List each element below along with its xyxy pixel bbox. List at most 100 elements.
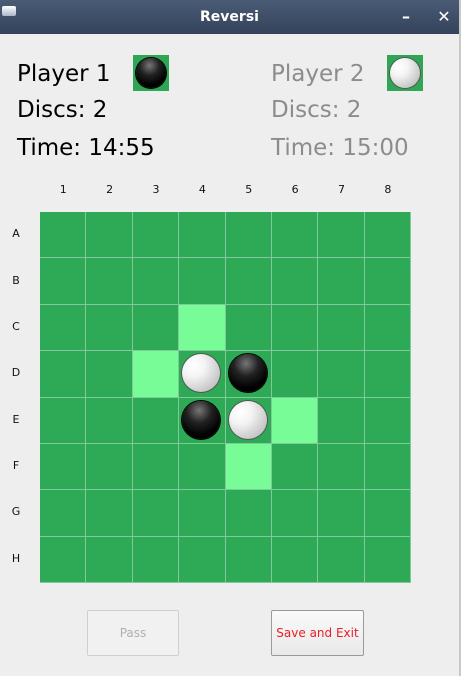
board-cell[interactable] [271,490,319,537]
player2-disc-swatch [387,55,423,91]
board-cell[interactable] [179,490,226,537]
board-cell[interactable] [364,304,411,352]
board-cell[interactable] [225,536,272,583]
player1-disc-swatch [133,55,169,91]
row-label: C [12,319,20,333]
title-bar[interactable]: Reversi – ✕ [0,0,459,34]
board-cell[interactable] [179,536,226,583]
board-cell[interactable] [364,258,411,305]
board-cell[interactable] [132,304,180,352]
board-cell[interactable] [86,258,133,305]
board-cell[interactable] [364,536,411,583]
board-cell[interactable] [86,397,133,444]
row-label: H [11,551,21,565]
row-label: E [12,412,20,426]
board-cell[interactable] [318,397,365,444]
board-cell[interactable] [86,443,133,491]
row-label: B [12,273,20,287]
black-disc [228,354,267,393]
board-cell[interactable] [225,490,272,537]
row-label: F [12,459,20,473]
board-cell[interactable] [318,536,365,583]
board-cell[interactable] [225,212,272,259]
board-cell[interactable] [225,304,272,352]
board-cell[interactable] [364,443,411,491]
valid-move-cell[interactable] [271,397,319,444]
board-cell[interactable] [271,536,319,583]
board-cell[interactable] [225,397,272,444]
board-cell[interactable] [364,351,411,398]
player1-name: Player 1 [17,61,111,87]
board-cell[interactable] [271,351,319,398]
board-cell[interactable] [318,258,365,305]
board-cell[interactable] [132,443,180,491]
board-cell[interactable] [86,304,133,352]
board-cell[interactable] [179,351,226,398]
board-cell[interactable] [40,258,87,305]
column-label: 6 [291,183,299,196]
player1-disc-count: Discs: 2 [17,97,108,123]
valid-move-cell[interactable] [132,351,180,398]
board-cell[interactable] [86,536,133,583]
board-cell[interactable] [86,212,133,259]
board-cell[interactable] [40,536,87,583]
window-title: Reversi [200,9,259,25]
pass-button[interactable]: Pass [87,610,179,656]
black-disc [182,400,221,439]
white-disc-icon [390,58,420,88]
column-label: 3 [152,183,160,196]
board-cell[interactable] [271,212,319,259]
board-cell[interactable] [318,304,365,352]
board-cell[interactable] [40,351,87,398]
board-cell[interactable] [179,258,226,305]
black-disc-icon [136,58,166,88]
board-cell[interactable] [364,397,411,444]
player2-name: Player 2 [271,61,365,87]
column-label: 2 [106,183,114,196]
board-cell[interactable] [132,397,180,444]
board-cell[interactable] [86,490,133,537]
player2-disc-count: Discs: 2 [271,97,362,123]
board-cell[interactable] [86,351,133,398]
board-cell[interactable] [318,443,365,491]
board-cell[interactable] [40,212,87,259]
board-cell[interactable] [364,490,411,537]
board-cell[interactable] [318,490,365,537]
board-cell[interactable] [132,490,180,537]
board-cell[interactable] [132,258,180,305]
board-cell[interactable] [225,258,272,305]
board-cell[interactable] [132,212,180,259]
valid-move-cell[interactable] [225,443,272,491]
board-cell[interactable] [318,351,365,398]
row-label: G [11,505,21,519]
board-cell[interactable] [40,490,87,537]
white-disc [182,354,221,393]
board-cell[interactable] [132,536,180,583]
board-cell[interactable] [179,443,226,491]
board-cell[interactable] [40,304,87,352]
board-cell[interactable] [318,212,365,259]
board-cell[interactable] [271,443,319,491]
board-cell[interactable] [364,212,411,259]
board-cell[interactable] [179,397,226,444]
game-board [40,212,411,583]
column-label: 7 [337,183,345,196]
row-label: D [11,366,21,380]
board-cell[interactable] [271,304,319,352]
board-cell[interactable] [271,258,319,305]
white-disc [228,400,267,439]
board-cell[interactable] [40,443,87,491]
valid-move-cell[interactable] [179,304,226,352]
reversi-window: Reversi – ✕ Player 1 Discs: 2 Time: 14:5… [0,0,461,676]
board-cell[interactable] [225,351,272,398]
minimize-icon[interactable]: – [396,7,416,27]
close-icon[interactable]: ✕ [434,7,454,27]
board-cell[interactable] [179,212,226,259]
player1-timer: Time: 14:55 [17,135,155,161]
board-cell[interactable] [40,397,87,444]
save-and-exit-button[interactable]: Save and Exit [271,610,364,656]
column-label: 4 [198,183,206,196]
row-label: A [12,227,20,241]
column-label: 5 [245,183,253,196]
column-label: 8 [384,183,392,196]
